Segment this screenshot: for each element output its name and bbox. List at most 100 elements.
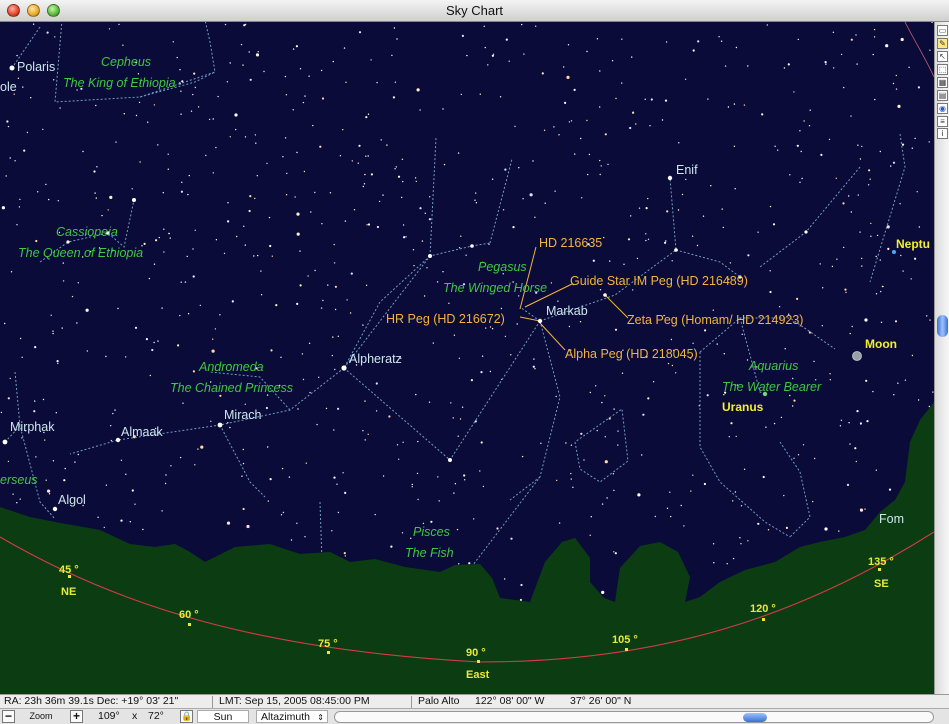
title-bar: Sky Chart	[0, 0, 949, 22]
cursor-icon[interactable]: ↖	[937, 51, 948, 62]
star	[454, 483, 457, 485]
star	[523, 53, 525, 55]
star	[766, 24, 768, 26]
star	[570, 478, 572, 480]
star	[553, 126, 555, 128]
fov-height[interactable]: 72°	[148, 710, 164, 723]
star	[910, 278, 912, 280]
star	[829, 373, 831, 375]
sky-chart-canvas[interactable]: Polaris ole Enif Markab Alpheratz Mirach…	[0, 22, 934, 694]
star	[861, 265, 863, 267]
label-mirach[interactable]: Mirach	[224, 408, 262, 422]
label-aquarius[interactable]: Aquarius	[749, 359, 798, 373]
label-guide-star[interactable]: Guide Star IM Peg (HD 216489)	[570, 274, 748, 288]
star	[86, 350, 89, 352]
minus-icon[interactable]: −	[2, 710, 15, 723]
star	[365, 284, 368, 286]
label-perseus[interactable]: erseus	[0, 473, 38, 487]
moon-marker[interactable]	[852, 351, 862, 361]
star	[861, 257, 863, 260]
horizontal-scroll-thumb[interactable]	[743, 713, 767, 722]
label-mirphak[interactable]: Mirphak	[10, 420, 54, 434]
label-alpha-peg[interactable]: Alpha Peg (HD 218045)	[565, 347, 698, 361]
star	[364, 400, 366, 402]
lock-icon[interactable]: 🔒	[180, 710, 193, 723]
layers-icon[interactable]: ≡	[937, 116, 948, 127]
grid-icon[interactable]: ▦	[937, 77, 948, 88]
projection-select[interactable]: Altazimuth ⇕	[256, 710, 328, 723]
location-name: Palo Alto	[418, 695, 460, 707]
star	[588, 153, 591, 156]
vertical-scrollbar[interactable]: ▭ ✎ ↖ ⬚ ▦ ▤ ◉ ≡ i	[934, 22, 949, 694]
star	[875, 469, 877, 471]
info-icon[interactable]: i	[937, 128, 948, 139]
select-icon[interactable]: ⬚	[937, 64, 948, 75]
label-algol[interactable]: Algol	[58, 493, 86, 507]
label-uranus[interactable]: Uranus	[722, 400, 763, 414]
star	[401, 158, 404, 160]
star	[475, 202, 478, 204]
star	[645, 233, 647, 235]
star	[635, 123, 637, 125]
label-cut-star[interactable]: ole	[0, 80, 17, 94]
label-moon[interactable]: Moon	[865, 337, 897, 351]
star	[392, 96, 395, 99]
label-cassiopeia[interactable]: Cassiopeia	[56, 225, 118, 239]
star	[739, 537, 741, 539]
label-almaak[interactable]: Almaak	[121, 425, 163, 439]
star	[893, 394, 895, 396]
sky-chart-graphics[interactable]	[0, 22, 934, 694]
vertical-scroll-thumb[interactable]	[937, 315, 948, 337]
grid2-icon[interactable]: ▤	[937, 90, 948, 101]
star	[211, 349, 215, 353]
star	[375, 410, 378, 412]
hand-icon[interactable]: ▭	[937, 25, 948, 36]
star	[595, 385, 597, 387]
plus-icon[interactable]: +	[70, 710, 83, 723]
horizontal-scrollbar[interactable]	[334, 711, 934, 723]
fov-width[interactable]: 109°	[98, 710, 120, 723]
star	[480, 371, 483, 374]
star	[47, 489, 51, 493]
globe-icon[interactable]: ◉	[937, 103, 948, 114]
star	[870, 235, 872, 237]
star	[337, 511, 340, 514]
star	[848, 195, 850, 197]
label-alpheratz[interactable]: Alpheratz	[349, 352, 402, 366]
label-fomalhaut[interactable]: Fom	[879, 512, 904, 526]
label-pisces[interactable]: Pisces	[413, 525, 450, 539]
star	[802, 444, 805, 446]
star	[484, 46, 486, 49]
label-andromeda[interactable]: Andromeda	[199, 360, 264, 374]
star	[416, 88, 420, 92]
star	[606, 497, 608, 499]
label-zeta-peg[interactable]: Zeta Peg (Homam/ HD 214923)	[627, 313, 803, 327]
star	[854, 447, 857, 450]
star	[271, 255, 273, 257]
star	[437, 476, 439, 478]
star	[882, 285, 884, 288]
label-hr-peg[interactable]: HR Peg (HD 216672)	[386, 312, 505, 326]
label-enif[interactable]: Enif	[676, 163, 698, 177]
star	[192, 93, 194, 96]
star	[215, 146, 217, 149]
star	[308, 75, 310, 77]
star	[929, 49, 931, 51]
star	[458, 357, 461, 359]
star	[134, 503, 136, 505]
star	[504, 168, 507, 171]
label-cepheus[interactable]: Cepheus	[101, 55, 151, 69]
star	[177, 344, 180, 347]
pencil-icon[interactable]: ✎	[937, 38, 948, 49]
star	[866, 420, 869, 423]
star	[580, 432, 583, 435]
label-pegasus[interactable]: Pegasus	[478, 260, 527, 274]
label-markab[interactable]: Markab	[546, 304, 588, 318]
star	[706, 394, 709, 397]
label-polaris[interactable]: Polaris	[17, 60, 55, 74]
star	[120, 459, 123, 461]
star	[23, 149, 26, 152]
label-neptune[interactable]: Neptu	[896, 237, 930, 251]
label-hd216635[interactable]: HD 216635	[539, 236, 602, 250]
center-object-field[interactable]: Sun	[197, 710, 249, 723]
